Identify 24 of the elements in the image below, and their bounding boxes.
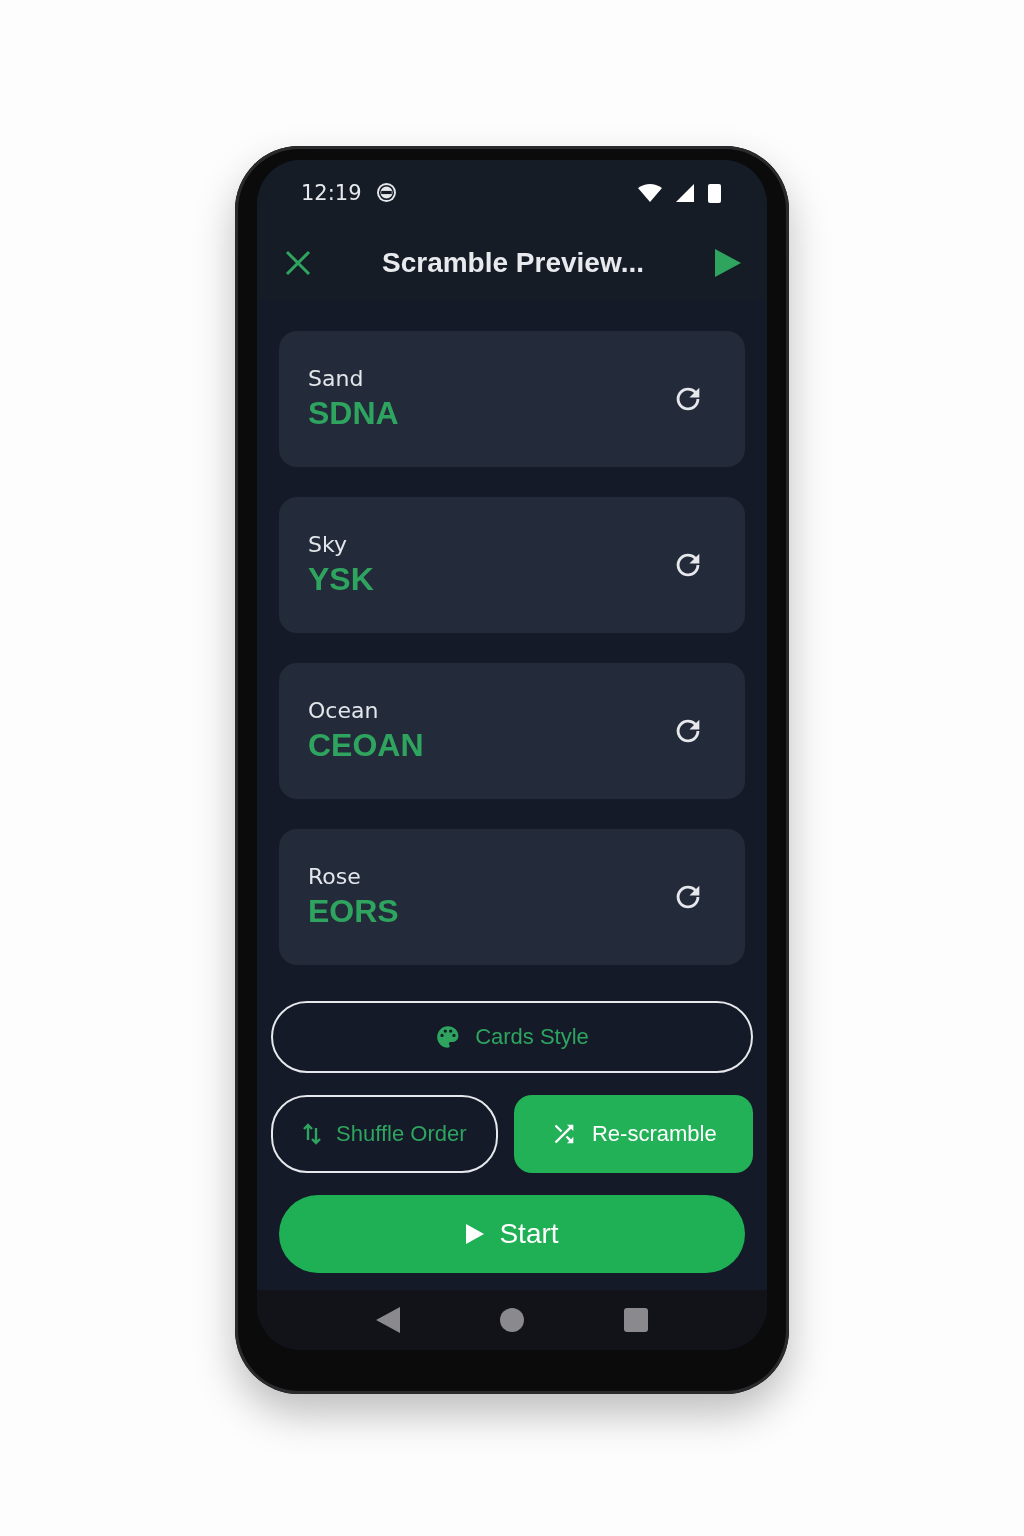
scrambled-word: CEOAN [308,727,425,764]
scrambled-word: SDNA [308,395,400,432]
scrambled-word: EORS [308,893,400,930]
word-label: Rose [308,864,362,889]
battery-icon [708,182,721,203]
do-not-disturb-icon [375,182,397,203]
re-scramble-button[interactable]: Re-scramble [513,1095,753,1173]
signal-icon [676,183,694,202]
swap-arrows-icon [302,1122,323,1146]
home-icon[interactable] [500,1308,524,1332]
cards-style-button[interactable]: Cards Style [271,1001,753,1073]
back-icon[interactable] [376,1307,400,1333]
wifi-icon [638,183,662,202]
play-icon[interactable] [715,248,741,277]
shuffle-order-button[interactable]: Shuffle Order [271,1095,498,1173]
screen-title: Scramble Preview... [381,246,645,279]
word-label: Ocean [308,698,380,723]
scrambled-word: YSK [308,561,375,598]
play-icon [465,1223,486,1245]
word-label: Sky [308,532,348,557]
start-button[interactable]: Start [279,1195,745,1273]
status-time: 12:19 [301,180,362,205]
word-label: Sand [308,366,365,391]
close-icon[interactable] [285,249,311,276]
